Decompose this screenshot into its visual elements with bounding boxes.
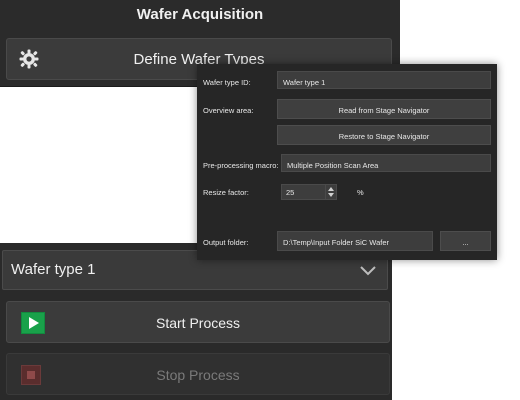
arrow-up-icon[interactable] [328, 187, 334, 191]
restore-to-stage-navigator-label: Restore to Stage Navigator [338, 132, 430, 141]
stop-process-label: Stop Process [156, 367, 240, 383]
preprocessing-macro-label: Pre-processing macro: [203, 161, 279, 170]
stepper-arrows[interactable] [325, 185, 336, 199]
wafer-type-select-value: Wafer type 1 [11, 261, 96, 278]
output-folder-label: Output folder: [203, 238, 249, 247]
read-from-stage-navigator-button[interactable]: Read from Stage Navigator [277, 99, 491, 119]
read-from-stage-navigator-label: Read from Stage Navigator [338, 106, 430, 115]
arrow-down-icon[interactable] [328, 193, 334, 197]
start-process-button[interactable]: Start Process [6, 301, 390, 343]
resize-factor-label: Resize factor: [203, 188, 249, 197]
stop-process-button[interactable]: Stop Process [6, 353, 390, 395]
wafer-type-id-value: Wafer type 1 [283, 78, 326, 87]
resize-factor-unit: % [357, 188, 364, 197]
preprocessing-macro-value: Multiple Position Scan Area [287, 161, 379, 170]
process-panel: Wafer type 1 Start Process Stop Process [0, 243, 392, 400]
output-folder-value: D:\Temp\Input Folder SiC Wafer [283, 238, 390, 247]
wafer-type-id-input[interactable]: Wafer type 1 [277, 71, 491, 89]
chevron-down-icon [359, 263, 377, 277]
browse-output-folder-label: ... [462, 238, 469, 247]
resize-factor-stepper[interactable]: 25 [281, 184, 337, 200]
output-folder-input[interactable]: D:\Temp\Input Folder SiC Wafer [277, 231, 433, 251]
wafer-type-id-label: Wafer type ID: [203, 78, 251, 87]
restore-to-stage-navigator-button[interactable]: Restore to Stage Navigator [277, 125, 491, 145]
preprocessing-macro-select[interactable]: Multiple Position Scan Area [281, 154, 491, 172]
start-process-label: Start Process [155, 315, 241, 331]
wafer-type-dialog: Wafer type ID: Wafer type 1 Overview are… [197, 64, 497, 260]
overview-area-label: Overview area: [203, 106, 254, 115]
browse-output-folder-button[interactable]: ... [440, 231, 491, 251]
panel-title: Wafer Acquisition [136, 6, 264, 23]
resize-factor-value: 25 [286, 188, 295, 197]
